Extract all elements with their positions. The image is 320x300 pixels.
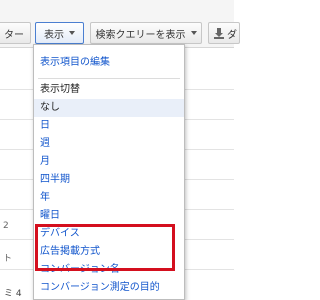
download-button-label: ダ <box>227 29 237 41</box>
menu-item-edit-columns[interactable]: 表示項目の編集 <box>34 54 184 72</box>
search-query-button[interactable]: 検索クエリーを表示 <box>90 22 202 44</box>
download-button[interactable]: ダ <box>208 22 240 44</box>
view-dropdown-button[interactable]: 表示 <box>35 22 84 44</box>
menu-item-day[interactable]: 日 <box>34 117 184 135</box>
view-button-label: 表示 <box>44 29 64 41</box>
menu-item-year[interactable]: 年 <box>34 189 184 207</box>
menu-item-device[interactable]: デバイス <box>34 225 184 243</box>
table-cell: 2 <box>3 221 9 231</box>
menu-item-day-of-week[interactable]: 曜日 <box>34 207 184 225</box>
view-dropdown-menu: 表示項目の編集 表示切替 なし 日 週 月 四半期 年 曜日 デバイス 広告掲載… <box>33 44 185 300</box>
toolbar: ター 表示 検索クエリーを表示 ダ <box>0 0 240 48</box>
menu-item-month[interactable]: 月 <box>34 153 184 171</box>
menu-divider <box>38 78 180 79</box>
menu-item-week[interactable]: 週 <box>34 135 184 153</box>
menu-item-conversion-purpose[interactable]: コンバージョン測定の目的 <box>34 279 184 297</box>
filter-button-label: ター <box>4 29 24 41</box>
menu-item-ad-network[interactable]: 広告掲載方式 <box>34 243 184 261</box>
menu-heading-segment: 表示切替 <box>40 84 80 95</box>
table-cell: ト <box>3 254 13 264</box>
chevron-down-icon <box>69 31 75 35</box>
page-footer-text: ミ 4 <box>4 289 22 299</box>
menu-item-quarter[interactable]: 四半期 <box>34 171 184 189</box>
menu-item-none[interactable]: なし <box>34 99 184 117</box>
menu-item-conversion-name[interactable]: コンバージョン名 <box>34 261 184 279</box>
filter-button[interactable]: ター <box>0 22 31 44</box>
search-query-button-label: 検索クエリーを表示 <box>95 29 186 41</box>
chevron-down-icon <box>190 31 197 35</box>
download-icon <box>214 27 224 39</box>
